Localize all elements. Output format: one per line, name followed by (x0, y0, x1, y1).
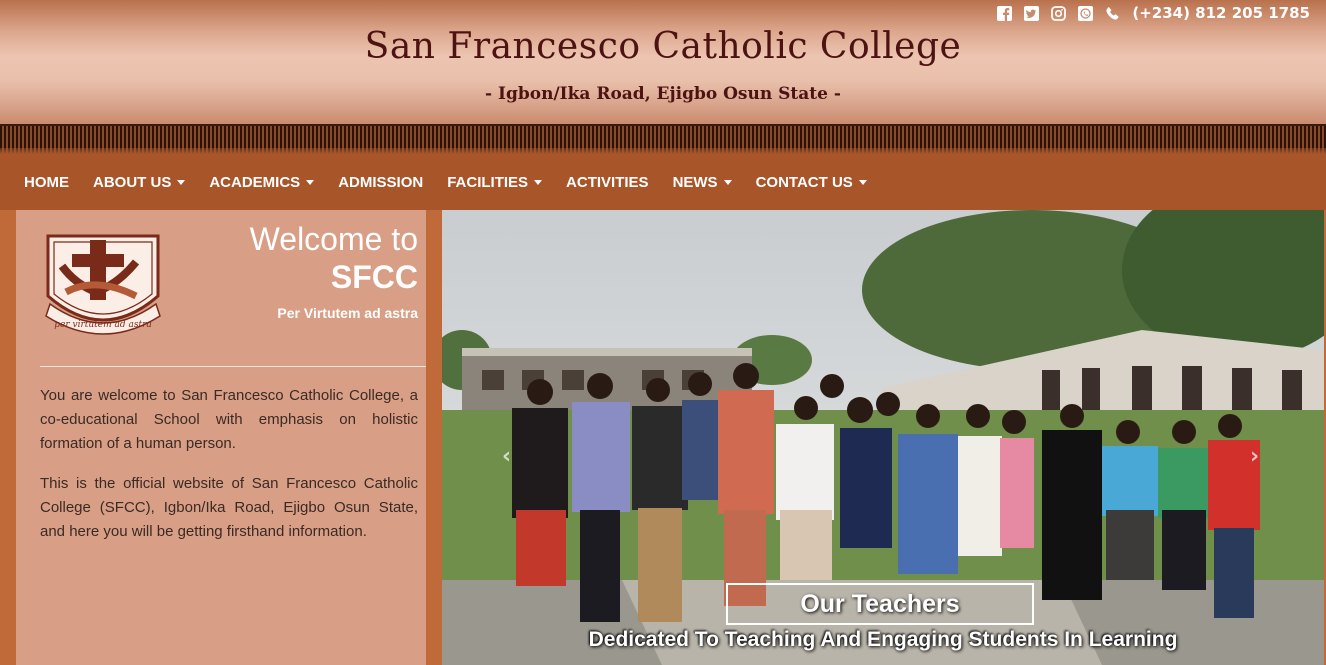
carousel-caption-subtitle: Dedicated To Teaching And Engaging Stude… (588, 628, 1178, 651)
carousel-caption-title: Our Teachers (726, 583, 1034, 625)
main-nav: HOME ABOUT US ACADEMICS ADMISSION FACILI… (0, 154, 1326, 210)
carousel-next-icon[interactable]: › (1250, 446, 1264, 468)
hero-carousel[interactable]: ‹ › Our Teachers Dedicated To Teaching A… (442, 210, 1324, 665)
nav-activities[interactable]: ACTIVITIES (566, 174, 649, 191)
caret-down-icon (723, 179, 732, 185)
nav-contact-us[interactable]: CONTACT US (756, 174, 867, 191)
welcome-panel: per virtutem ad astra Welcome to SFCC Pe… (16, 210, 426, 665)
school-motto: Per Virtutem ad astra (277, 305, 418, 321)
caret-down-icon (534, 179, 543, 185)
nav-home[interactable]: HOME (24, 174, 69, 191)
welcome-line-1: Welcome to (249, 221, 418, 257)
nav-academics-label: ACADEMICS (209, 173, 301, 191)
nav-about-us-label: ABOUT US (93, 173, 172, 191)
phone-number[interactable]: (+234) 812 205 1785 (1132, 4, 1310, 22)
nav-facilities-label: FACILITIES (447, 173, 529, 191)
instagram-icon[interactable] (1051, 5, 1067, 21)
divider (40, 366, 426, 367)
nav-news[interactable]: NEWS (673, 174, 732, 191)
decorative-stripe (0, 124, 1326, 154)
nav-facilities[interactable]: FACILITIES (447, 173, 543, 191)
site-title[interactable]: San Francesco Catholic College (0, 26, 1326, 67)
welcome-heading: Welcome to SFCC (218, 220, 418, 296)
welcome-paragraph-1: You are welcome to San Francesco Catholi… (40, 387, 418, 452)
carousel-prev-icon[interactable]: ‹ (502, 446, 516, 468)
twitter-icon[interactable] (1024, 5, 1040, 21)
phone-icon (1105, 6, 1120, 21)
nav-academics[interactable]: ACADEMICS (209, 173, 315, 191)
social-bar: (+234) 812 205 1785 (997, 3, 1310, 23)
caret-down-icon (306, 179, 315, 185)
nav-about-us[interactable]: ABOUT US (93, 173, 186, 191)
welcome-paragraph-2: This is the official website of San Fran… (40, 475, 418, 540)
nav-home-label: HOME (24, 173, 69, 191)
caret-down-icon (177, 179, 186, 185)
nav-admission[interactable]: ADMISSION (338, 174, 423, 191)
nav-admission-label: ADMISSION (338, 173, 424, 191)
nav-activities-label: ACTIVITIES (566, 173, 649, 191)
site-header: (+234) 812 205 1785 San Francesco Cathol… (0, 0, 1326, 124)
crest-motto: per virtutem ad astra (54, 320, 152, 330)
caret-down-icon (858, 179, 867, 185)
facebook-icon[interactable] (997, 5, 1013, 21)
whatsapp-icon[interactable] (1078, 5, 1094, 21)
nav-contact-us-label: CONTACT US (755, 173, 853, 191)
welcome-line-2: SFCC (330, 259, 418, 295)
nav-news-label: NEWS (672, 173, 718, 191)
site-address: - Igbon/Ika Road, Ejigbo Osun State - (485, 84, 841, 104)
school-crest-logo: per virtutem ad astra (40, 226, 166, 344)
